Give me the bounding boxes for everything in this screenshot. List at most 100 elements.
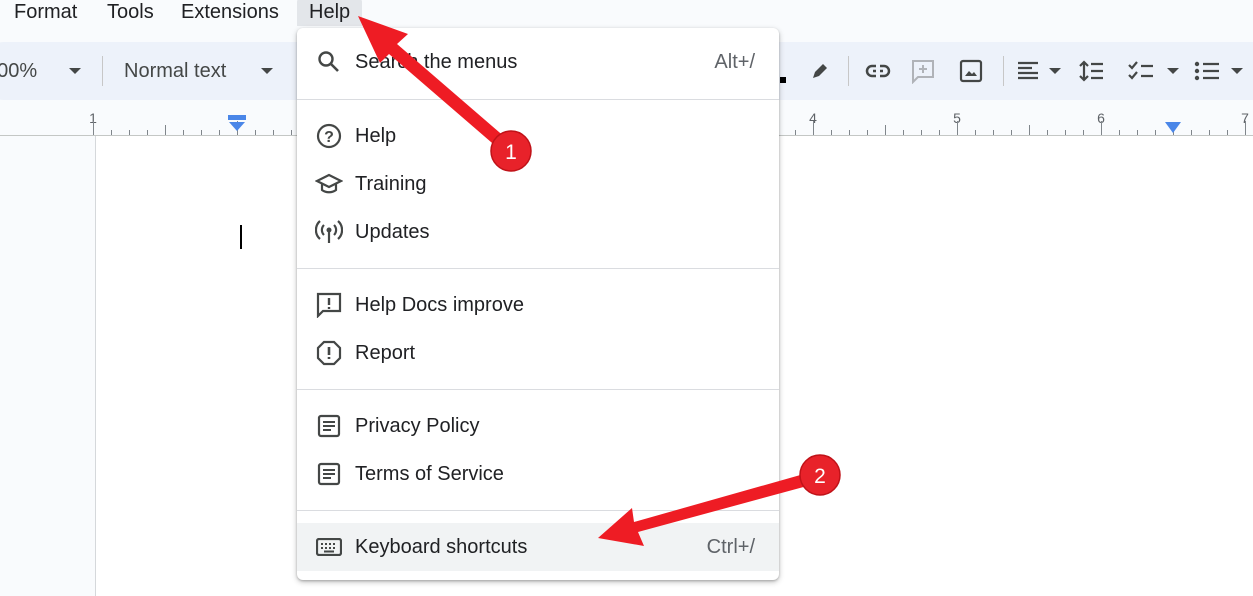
divider bbox=[297, 99, 779, 100]
menu-item-help-docs-improve[interactable]: Help Docs improve bbox=[297, 281, 779, 329]
ruler-tick bbox=[939, 130, 940, 135]
feedback-icon bbox=[315, 291, 343, 319]
keyboard-icon bbox=[315, 533, 343, 561]
divider bbox=[102, 56, 103, 86]
zoom-value: 100% bbox=[0, 59, 38, 82]
ruler-tick bbox=[975, 130, 976, 135]
document-icon bbox=[315, 412, 343, 440]
menu-item-keyboard-shortcuts[interactable]: Keyboard shortcuts Ctrl+/ bbox=[297, 523, 779, 571]
menu-tools[interactable]: Tools bbox=[101, 0, 160, 26]
ruler-tick bbox=[165, 125, 166, 135]
svg-text:?: ? bbox=[324, 129, 334, 146]
ruler-tick bbox=[147, 130, 148, 135]
ruler-tick bbox=[867, 130, 868, 135]
checklist-icon[interactable] bbox=[1128, 42, 1154, 100]
add-comment-icon[interactable] bbox=[910, 42, 936, 100]
menu-item-label: Training bbox=[355, 172, 427, 195]
checklist-dropdown-arrow[interactable] bbox=[1167, 42, 1179, 100]
ruler-tick bbox=[201, 130, 202, 135]
ruler-tick bbox=[129, 130, 130, 135]
ruler-tick bbox=[111, 130, 112, 135]
first-line-indent-marker[interactable] bbox=[228, 115, 246, 133]
shortcut-label: Ctrl+/ bbox=[706, 535, 755, 558]
ruler-tick bbox=[1065, 130, 1066, 135]
menu-item-training[interactable]: Training bbox=[297, 160, 779, 208]
ruler-tick bbox=[795, 130, 796, 135]
ruler-tick bbox=[1227, 130, 1228, 135]
menu-item-report[interactable]: Report bbox=[297, 329, 779, 377]
ruler-tick bbox=[1047, 130, 1048, 135]
menu-item-label: Privacy Policy bbox=[355, 414, 480, 437]
style-select[interactable]: Normal text bbox=[124, 42, 226, 100]
ruler-tick bbox=[993, 130, 994, 135]
text-color-icon[interactable] bbox=[780, 42, 786, 100]
bulleted-list-icon[interactable] bbox=[1194, 42, 1220, 100]
help-circle-icon: ? bbox=[315, 122, 343, 150]
align-icon[interactable] bbox=[1016, 42, 1040, 100]
menu-help[interactable]: Help bbox=[297, 0, 363, 26]
help-menu: Search the menus Alt+/ ? Help Training U… bbox=[297, 28, 779, 580]
ruler-tick bbox=[1011, 130, 1012, 135]
ruler-tick bbox=[813, 121, 814, 135]
search-icon bbox=[315, 48, 343, 76]
menu-item-privacy-policy[interactable]: Privacy Policy bbox=[297, 402, 779, 450]
insert-image-icon[interactable] bbox=[959, 42, 983, 100]
ruler-tick bbox=[1029, 125, 1030, 135]
ruler-tick bbox=[921, 130, 922, 135]
ruler-tick bbox=[1083, 130, 1084, 135]
search-menus-label: Search the menus bbox=[355, 50, 518, 73]
ruler-tick bbox=[1137, 130, 1138, 135]
right-indent-marker[interactable] bbox=[1165, 122, 1181, 134]
menu-item-help[interactable]: ? Help bbox=[297, 112, 779, 160]
divider bbox=[1003, 56, 1004, 86]
search-menus-item[interactable]: Search the menus Alt+/ bbox=[297, 38, 779, 86]
zoom-select[interactable]: 100% bbox=[0, 42, 37, 100]
style-value: Normal text bbox=[124, 59, 227, 82]
menu-item-label: Keyboard shortcuts bbox=[355, 535, 528, 558]
align-dropdown-arrow[interactable] bbox=[1049, 42, 1061, 100]
ruler-tick bbox=[1119, 130, 1120, 135]
divider bbox=[297, 389, 779, 390]
ruler-tick bbox=[1209, 130, 1210, 135]
menu-item-updates[interactable]: Updates bbox=[297, 208, 779, 256]
divider bbox=[848, 56, 849, 86]
ruler-tick bbox=[903, 130, 904, 135]
ruler-tick bbox=[1155, 130, 1156, 135]
zoom-dropdown-arrow[interactable] bbox=[69, 42, 81, 100]
ruler-tick bbox=[93, 121, 94, 135]
menu-item-label: Report bbox=[355, 341, 416, 364]
line-spacing-icon[interactable] bbox=[1079, 42, 1105, 100]
menu-item-label: Help bbox=[355, 124, 397, 147]
list-dropdown-arrow[interactable] bbox=[1231, 42, 1243, 100]
divider bbox=[297, 510, 779, 511]
menu-item-terms-of-service[interactable]: Terms of Service bbox=[297, 450, 779, 498]
highlight-pen-icon[interactable] bbox=[808, 42, 832, 100]
menu-format[interactable]: Format bbox=[8, 0, 83, 26]
divider bbox=[297, 268, 779, 269]
menu-item-label: Terms of Service bbox=[355, 462, 504, 485]
broadcast-icon bbox=[315, 218, 343, 246]
ruler-tick bbox=[957, 121, 958, 135]
ruler-tick bbox=[849, 130, 850, 135]
style-dropdown-arrow[interactable] bbox=[261, 42, 273, 100]
ruler-tick bbox=[1101, 121, 1102, 135]
ruler-tick bbox=[219, 130, 220, 135]
ruler-tick bbox=[831, 130, 832, 135]
ruler-tick bbox=[1245, 121, 1246, 135]
ruler-tick bbox=[255, 130, 256, 135]
ruler-tick bbox=[183, 130, 184, 135]
ruler-tick bbox=[273, 130, 274, 135]
menu-item-label: Help Docs improve bbox=[355, 293, 524, 316]
ruler-tick bbox=[291, 130, 292, 135]
report-icon bbox=[315, 339, 343, 367]
text-cursor bbox=[240, 225, 242, 249]
document-icon bbox=[315, 460, 343, 488]
shortcut-label: Alt+/ bbox=[714, 50, 755, 73]
graduation-cap-icon bbox=[315, 170, 343, 198]
ruler-tick bbox=[1191, 130, 1192, 135]
menu-item-label: Updates bbox=[355, 220, 430, 243]
menu-extensions[interactable]: Extensions bbox=[175, 0, 285, 26]
link-icon[interactable] bbox=[864, 42, 892, 100]
ruler-tick bbox=[885, 125, 886, 135]
menubar: Format Tools Extensions Help bbox=[0, 0, 1253, 30]
